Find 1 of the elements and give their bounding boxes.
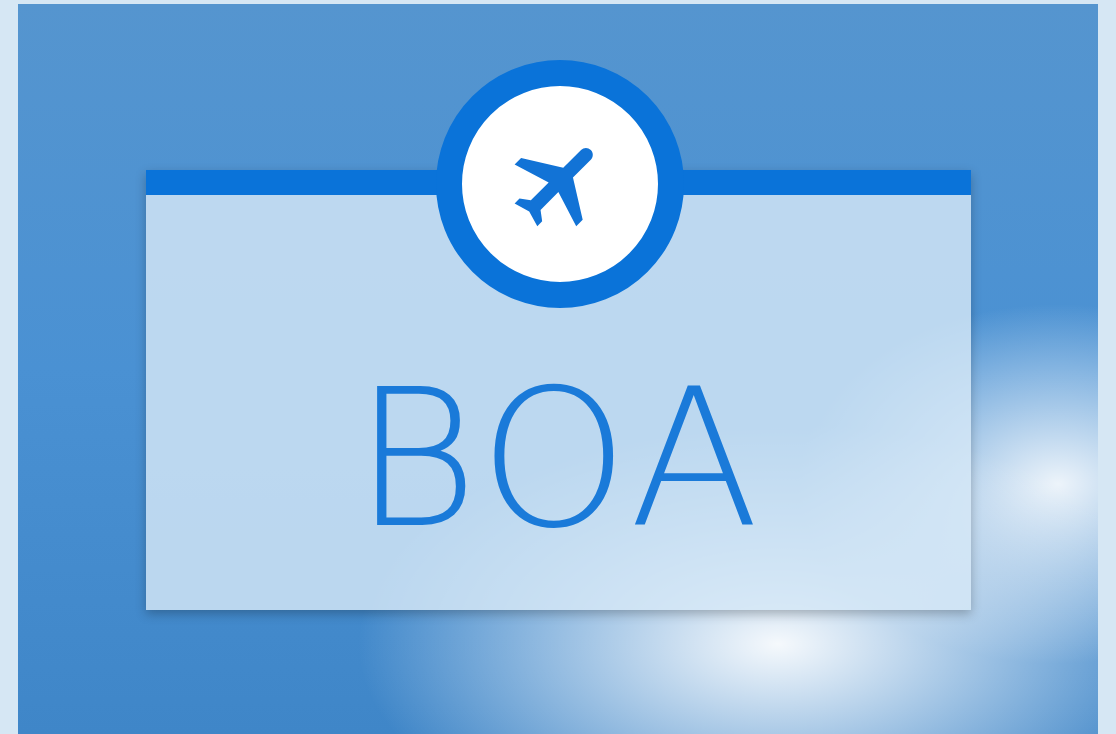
card-title: BOA	[353, 365, 764, 555]
